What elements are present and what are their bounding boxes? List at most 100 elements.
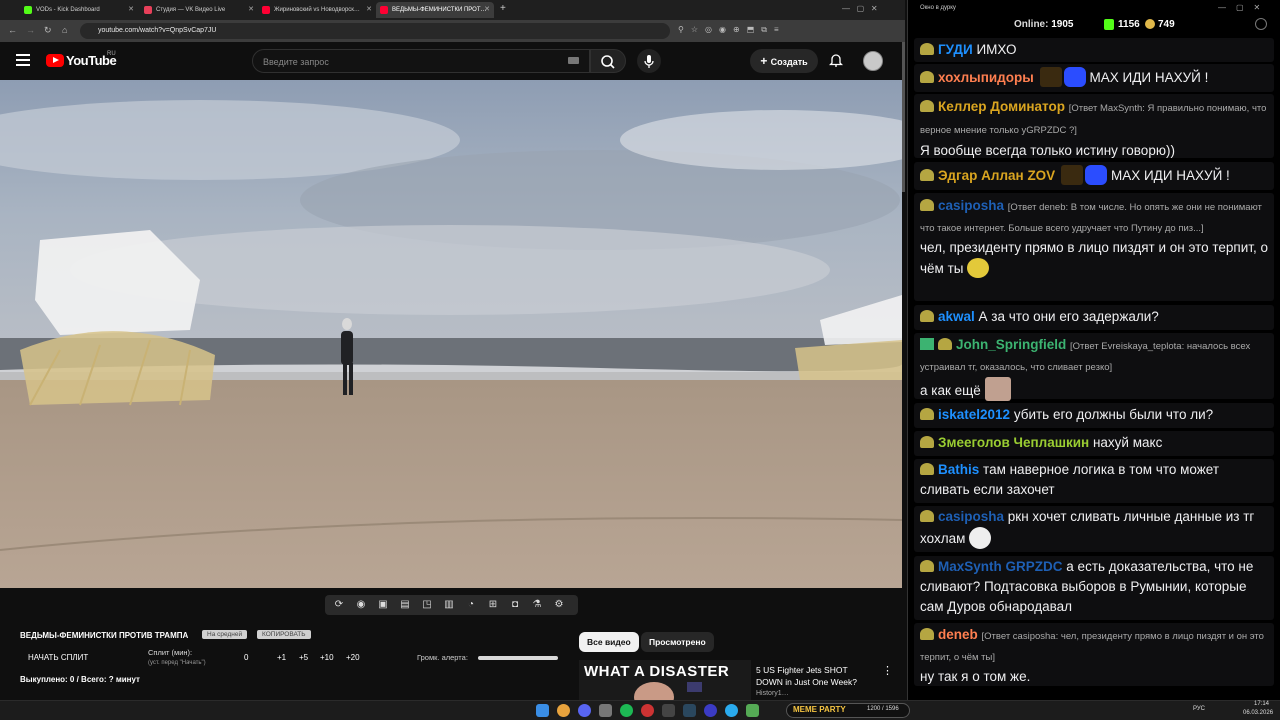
- browser-tab-youtube-1[interactable]: Жириновский vs Новодворск… ✕: [258, 2, 376, 18]
- back-icon[interactable]: ←: [8, 25, 17, 35]
- terminal-icon[interactable]: [662, 704, 675, 717]
- us-flag-icon: [687, 682, 702, 692]
- chat-message: ГУДИ ИМХО: [914, 38, 1274, 62]
- search-button[interactable]: [590, 49, 626, 73]
- chat-window-controls[interactable]: —▢✕: [1218, 3, 1270, 12]
- camera-icon[interactable]: ◘: [509, 599, 521, 611]
- loop-icon[interactable]: ⟳: [333, 599, 345, 611]
- more-options-icon[interactable]: ⋮: [882, 664, 893, 677]
- media-icon[interactable]: [704, 704, 717, 717]
- chat-username[interactable]: Эдгар Аллан ZOV: [938, 168, 1055, 183]
- chrome-icon[interactable]: [557, 704, 570, 717]
- meme-party-widget[interactable]: MEME PARTY 1200 / 1596: [786, 703, 910, 718]
- spotify-icon[interactable]: [620, 704, 633, 717]
- chat-username[interactable]: Змееголов Чеплашкин: [938, 435, 1089, 450]
- window-controls[interactable]: — ▢ ✕: [842, 4, 878, 13]
- chip-watched[interactable]: Просмотрено: [641, 632, 714, 652]
- split-plus-20[interactable]: +20: [346, 653, 360, 662]
- chat-username[interactable]: Келлер Доминатор: [938, 99, 1065, 114]
- mic-button[interactable]: [637, 49, 661, 73]
- copy-button[interactable]: КОПИРОВАТЬ: [257, 630, 311, 639]
- windows-start-icon[interactable]: [536, 704, 549, 717]
- split-plus-5[interactable]: +5: [299, 653, 308, 662]
- video-thumbnail[interactable]: WHAT A DISASTER: [579, 660, 751, 700]
- youtube-logo-icon[interactable]: [46, 54, 64, 67]
- chat-username[interactable]: Bathis: [938, 462, 979, 477]
- frames-icon[interactable]: ▥: [443, 599, 455, 611]
- chat-username[interactable]: MaxSynth: [938, 559, 1002, 574]
- split-plus-1[interactable]: +1: [277, 653, 286, 662]
- speed-icon[interactable]: ◔: [465, 599, 477, 611]
- settings-icon[interactable]: [1255, 18, 1267, 30]
- chat-username[interactable]: casiposha: [938, 198, 1004, 213]
- broadcast-icon[interactable]: ◉: [355, 599, 367, 611]
- chat-text: МАХ ИДИ НАХУЙ !: [1089, 70, 1209, 85]
- reload-icon[interactable]: ↻: [44, 25, 52, 36]
- gear-icon[interactable]: ⚙: [553, 599, 565, 611]
- forward-icon[interactable]: →: [26, 25, 35, 35]
- split-plus-10[interactable]: +10: [320, 653, 334, 662]
- screenshot-icon[interactable]: ▣: [377, 599, 389, 611]
- windows-taskbar: MEME PARTY 1200 / 1596 РУС 17:14 06.03.2…: [0, 700, 1280, 720]
- chat-username[interactable]: akwal: [938, 309, 975, 324]
- discord-icon[interactable]: [578, 704, 591, 717]
- keyboard-icon[interactable]: [568, 57, 579, 64]
- create-button[interactable]: + Создать: [750, 49, 818, 73]
- menu-icon[interactable]: [16, 54, 30, 66]
- channel-name[interactable]: History1…: [756, 690, 789, 697]
- avatar[interactable]: [863, 51, 883, 71]
- video-player[interactable]: [0, 80, 902, 588]
- pip-icon[interactable]: ◳: [421, 599, 433, 611]
- tab-title: Студия — VK Видео Live: [156, 7, 226, 13]
- search-input[interactable]: Введите запрос: [252, 49, 590, 73]
- max-logo-icon: [1084, 165, 1107, 185]
- extension-icons[interactable]: ⚲☆◎◉⊕⬒⧉≡: [678, 25, 786, 35]
- add-icon[interactable]: ⊞: [487, 599, 499, 611]
- app-icon[interactable]: [599, 704, 612, 717]
- chip-all-videos[interactable]: Все видео: [579, 632, 639, 652]
- close-icon[interactable]: ✕: [484, 5, 490, 13]
- close-icon[interactable]: ✕: [128, 5, 134, 13]
- chat-mention[interactable]: GRPZDC: [1006, 559, 1063, 574]
- start-split-button[interactable]: НАЧАТЬ СПЛИТ: [28, 653, 88, 662]
- user-badge-icon: [920, 510, 934, 522]
- tab-title: Жириновский vs Новодворск…: [274, 7, 360, 13]
- chat-message: casiposha [Ответ deneb: В том числе. Но …: [914, 193, 1274, 301]
- browser-tab-youtube-active[interactable]: ВЕДЬМЫ-ФЕМИНИСТКИ ПРОТ… ✕: [376, 2, 494, 18]
- obs-icon[interactable]: [641, 704, 654, 717]
- url-input[interactable]: youtube.com/watch?v=QnpSvCap7JU: [80, 23, 670, 39]
- chat-username[interactable]: ГУДИ: [938, 42, 973, 57]
- user-badge-icon: [920, 628, 934, 640]
- lab-icon[interactable]: ⚗: [531, 599, 543, 611]
- bell-icon[interactable]: [828, 53, 844, 67]
- user-badge-icon: [938, 338, 952, 350]
- language-indicator[interactable]: РУС: [1193, 706, 1205, 712]
- chat-username[interactable]: casiposha: [938, 509, 1004, 524]
- app-icon[interactable]: [746, 704, 759, 717]
- close-icon[interactable]: ✕: [366, 5, 372, 13]
- clock-date[interactable]: 06.03.2026: [1243, 710, 1273, 716]
- steam-icon[interactable]: [683, 704, 696, 717]
- close-icon[interactable]: ✕: [248, 5, 254, 13]
- badge-average[interactable]: На средней: [202, 630, 248, 639]
- emote-icon: [967, 258, 990, 278]
- chat-message: хохлыпидоры МАХ ИДИ НАХУЙ !: [914, 64, 1274, 92]
- browser-tab-vk[interactable]: Студия — VK Видео Live ✕: [140, 2, 258, 18]
- split-value-0[interactable]: 0: [244, 653, 248, 662]
- video-title[interactable]: 5 US Fighter Jets SHOT DOWN in Just One …: [756, 664, 876, 688]
- chat-username[interactable]: John_Springfield: [956, 337, 1066, 352]
- clock-time[interactable]: 17:14: [1254, 701, 1269, 707]
- home-icon[interactable]: ⌂: [62, 25, 67, 35]
- chat-username[interactable]: deneb: [938, 627, 978, 642]
- chat-message: iskatel2012 убить его должны были что ли…: [914, 403, 1274, 428]
- chat-username[interactable]: iskatel2012: [938, 407, 1010, 422]
- alert-volume-slider[interactable]: [478, 656, 558, 660]
- browser-tab-kick[interactable]: VODs - Kick Dashboard ✕: [20, 2, 138, 18]
- new-tab-button[interactable]: +: [500, 3, 506, 14]
- telegram-icon[interactable]: [725, 704, 738, 717]
- chat-message: akwal А за что они его задержали?: [914, 305, 1274, 330]
- max-logo-icon: [1063, 67, 1086, 87]
- page-scrollbar[interactable]: [902, 42, 905, 192]
- chat-username[interactable]: хохлыпидоры: [938, 70, 1034, 85]
- clip-icon[interactable]: ▤: [399, 599, 411, 611]
